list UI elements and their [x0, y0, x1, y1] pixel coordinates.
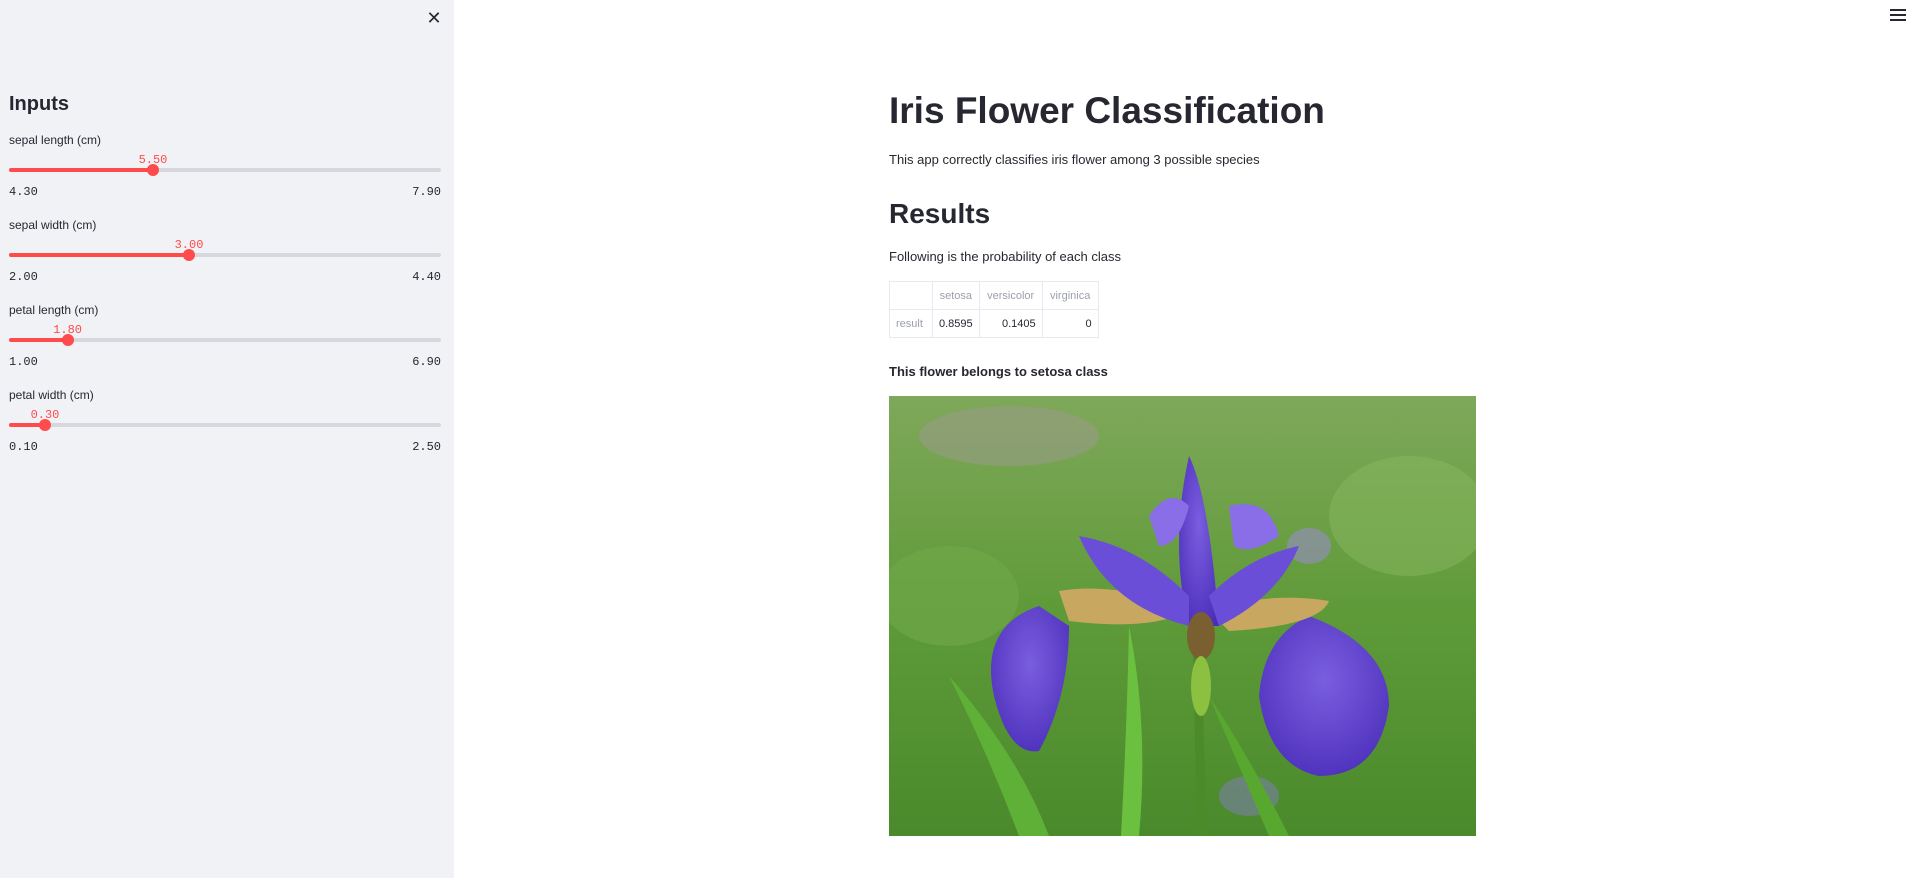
slider-max: 2.50	[412, 440, 441, 454]
results-heading: Results	[889, 198, 991, 229]
table-row: result 0.8595 0.1405 0	[889, 309, 1099, 338]
table-header-row: setosa versicolor virginica	[889, 281, 1099, 310]
slider-thumb[interactable]	[38, 419, 51, 431]
slider-max: 4.40	[412, 270, 441, 284]
column-header: virginica	[1041, 281, 1099, 310]
iris-flower-image	[889, 396, 1476, 836]
slider-min: 0.10	[9, 440, 38, 454]
slider-max: 6.90	[412, 355, 441, 369]
slider-thumb[interactable]	[183, 249, 195, 261]
row-header: result	[889, 309, 933, 338]
slider-max: 7.90	[412, 185, 441, 199]
column-header: setosa	[932, 281, 980, 310]
slider-label: sepal width (cm)	[9, 218, 97, 232]
slider-thumb[interactable]	[146, 164, 159, 176]
slider-fill	[9, 253, 189, 257]
close-icon[interactable]: ✕	[424, 8, 444, 28]
slider-fill	[9, 338, 68, 342]
slider-fill	[9, 168, 153, 172]
column-header	[889, 281, 933, 310]
slider-sepal-length[interactable]: sepal length (cm) 5.50 4.30 7.90	[9, 133, 441, 211]
slider-min: 4.30	[9, 185, 38, 199]
slider-thumb[interactable]	[61, 334, 74, 346]
slider-label: sepal length (cm)	[9, 133, 102, 147]
slider-track[interactable]	[9, 419, 441, 431]
page-title: Iris Flower Classification	[889, 90, 1325, 131]
table-cell: 0.1405	[978, 309, 1043, 338]
slider-petal-width[interactable]: petal width (cm) 0.30 0.10 2.50	[9, 388, 441, 466]
probability-table: setosa versicolor virginica result 0.859…	[889, 281, 1099, 338]
slider-track[interactable]	[9, 164, 441, 176]
sidebar: ✕ Inputs sepal length (cm) 5.50 4.30 7.9…	[0, 0, 454, 878]
results-description: Following is the probability of each cla…	[889, 249, 1121, 264]
classification-result: This flower belongs to setosa class	[889, 364, 1108, 379]
column-header: versicolor	[978, 281, 1043, 310]
slider-track[interactable]	[9, 249, 441, 261]
hamburger-menu-icon[interactable]	[1890, 6, 1906, 22]
sidebar-title: Inputs	[9, 93, 69, 115]
slider-sepal-width[interactable]: sepal width (cm) 3.00 2.00 4.40	[9, 218, 441, 296]
table-cell: 0	[1041, 309, 1099, 338]
slider-track[interactable]	[9, 334, 441, 346]
slider-petal-length[interactable]: petal length (cm) 1.80 1.00 6.90	[9, 303, 441, 381]
slider-label: petal length (cm)	[9, 303, 99, 317]
app-description: This app correctly classifies iris flowe…	[889, 152, 1260, 167]
slider-min: 1.00	[9, 355, 38, 369]
slider-label: petal width (cm)	[9, 388, 94, 402]
slider-min: 2.00	[9, 270, 38, 284]
table-cell: 0.8595	[932, 309, 980, 338]
